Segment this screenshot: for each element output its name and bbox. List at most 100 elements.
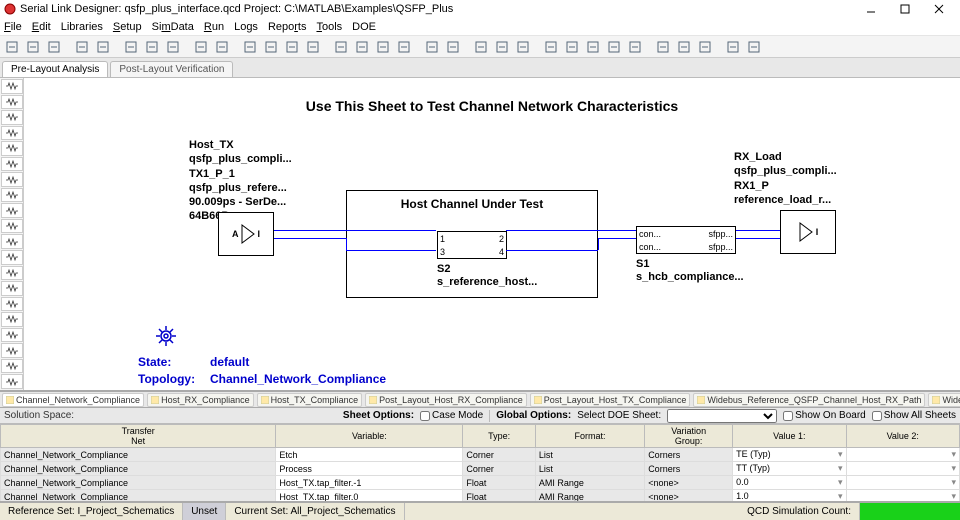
paste-button[interactable] bbox=[163, 38, 183, 56]
zoom-out-button[interactable] bbox=[261, 38, 281, 56]
menu-libraries[interactable]: Libraries bbox=[61, 21, 103, 33]
unset-button[interactable]: Unset bbox=[183, 503, 226, 520]
menu-logs[interactable]: Logs bbox=[234, 21, 258, 33]
rx-load-labels: RX_Load qsfp_plus_compli... RX1_P refere… bbox=[734, 150, 837, 207]
tab-pre-layout[interactable]: Pre-Layout Analysis bbox=[2, 61, 108, 77]
copy-button[interactable] bbox=[142, 38, 162, 56]
palette-tline[interactable] bbox=[1, 219, 23, 234]
redo-button[interactable] bbox=[93, 38, 113, 56]
window-title: Serial Link Designer: qsfp_plus_interfac… bbox=[20, 3, 453, 15]
tx-buffer-block[interactable]: A I bbox=[218, 212, 274, 256]
palette-port[interactable] bbox=[1, 172, 23, 187]
a-button[interactable] bbox=[541, 38, 561, 56]
cut-button[interactable] bbox=[121, 38, 141, 56]
menu-doe[interactable]: DOE bbox=[352, 21, 376, 33]
tool-palette bbox=[0, 78, 24, 390]
maximize-button[interactable] bbox=[888, 0, 922, 18]
palette-w2[interactable] bbox=[1, 266, 23, 281]
sheet-tab[interactable]: Host_TX_Compliance bbox=[257, 393, 363, 407]
palette-diode[interactable] bbox=[1, 141, 23, 156]
palette-params[interactable] bbox=[1, 312, 23, 327]
palette-line[interactable] bbox=[1, 328, 23, 343]
show-all-sheets-checkbox[interactable]: Show All Sheets bbox=[872, 410, 956, 421]
s1-label: S1 s_hcb_compliance... bbox=[636, 258, 744, 284]
open-button[interactable] bbox=[23, 38, 43, 56]
palette-source[interactable] bbox=[1, 126, 23, 141]
e-button[interactable] bbox=[625, 38, 645, 56]
new-button[interactable] bbox=[2, 38, 22, 56]
menu-file[interactable]: File bbox=[4, 21, 22, 33]
table-row[interactable]: Channel_Network_ComplianceProcessCornerL… bbox=[1, 462, 960, 476]
palette-ind[interactable] bbox=[1, 110, 23, 125]
case-mode-checkbox[interactable]: Case Mode bbox=[420, 410, 483, 421]
h1-button[interactable] bbox=[723, 38, 743, 56]
s2-inner-box[interactable]: 1 2 3 4 bbox=[437, 231, 507, 259]
palette-resistor[interactable] bbox=[1, 79, 23, 94]
close-button[interactable] bbox=[922, 0, 956, 18]
palette-eye[interactable] bbox=[1, 234, 23, 249]
palette-text[interactable] bbox=[1, 343, 23, 358]
palette-sparams[interactable] bbox=[1, 203, 23, 218]
d-button[interactable] bbox=[604, 38, 624, 56]
sheet-tab[interactable]: Host_RX_Compliance bbox=[147, 393, 254, 407]
sim-count-label: QCD Simulation Count: bbox=[739, 503, 860, 520]
palette-wave[interactable] bbox=[1, 281, 23, 296]
canvas-title: Use This Sheet to Test Channel Network C… bbox=[306, 98, 678, 114]
table-row[interactable]: Channel_Network_ComplianceEtchCornerList… bbox=[1, 448, 960, 462]
show-on-board-checkbox[interactable]: Show On Board bbox=[783, 410, 866, 421]
cfg-button[interactable] bbox=[422, 38, 442, 56]
menu-run[interactable]: Run bbox=[204, 21, 224, 33]
rx-buffer-block[interactable]: I bbox=[780, 210, 836, 254]
zoom-sel-button[interactable] bbox=[303, 38, 323, 56]
h2-button[interactable] bbox=[744, 38, 764, 56]
undo-button[interactable] bbox=[72, 38, 92, 56]
b-button[interactable] bbox=[562, 38, 582, 56]
palette-q[interactable] bbox=[1, 374, 23, 389]
pause-button[interactable] bbox=[492, 38, 512, 56]
doe-sheet-select[interactable] bbox=[667, 409, 777, 423]
sheet-tab[interactable]: Post_Layout_Host_RX_Compliance bbox=[365, 393, 527, 407]
table-row[interactable]: Channel_Network_ComplianceHost_TX.tap_fi… bbox=[1, 490, 960, 503]
menu-edit[interactable]: Edit bbox=[32, 21, 51, 33]
minimize-button[interactable] bbox=[854, 0, 888, 18]
c-button[interactable] bbox=[583, 38, 603, 56]
solution-space-table[interactable]: TransferNetVariable:Type:Format:Variatio… bbox=[0, 424, 960, 502]
z-button[interactable] bbox=[695, 38, 715, 56]
zoom-fit-button[interactable] bbox=[282, 38, 302, 56]
sheet-tab[interactable]: Widebus_Reference_QSFP_Channel_Host_TX_P… bbox=[928, 393, 960, 407]
grid-button[interactable] bbox=[331, 38, 351, 56]
palette-probe[interactable] bbox=[1, 297, 23, 312]
cfg2-button[interactable] bbox=[443, 38, 463, 56]
play-button[interactable] bbox=[471, 38, 491, 56]
menu-reports[interactable]: Reports bbox=[268, 21, 307, 33]
y-button[interactable] bbox=[674, 38, 694, 56]
snap-button[interactable] bbox=[352, 38, 372, 56]
layer-button[interactable] bbox=[373, 38, 393, 56]
sheet-tab[interactable]: Channel_Network_Compliance bbox=[2, 393, 144, 407]
palette-sep2[interactable] bbox=[1, 359, 23, 374]
palette-w1[interactable] bbox=[1, 250, 23, 265]
sheet-tab[interactable]: Post_Layout_Host_TX_Compliance bbox=[530, 393, 691, 407]
sheet-tabs: Channel_Network_ComplianceHost_RX_Compli… bbox=[0, 391, 960, 408]
rec-button[interactable] bbox=[513, 38, 533, 56]
host-channel-box[interactable]: Host Channel Under Test 1 2 3 4 S2 s_ref… bbox=[346, 190, 598, 298]
schematic-canvas[interactable]: Use This Sheet to Test Channel Network C… bbox=[24, 78, 960, 390]
menu-setup[interactable]: Setup bbox=[113, 21, 142, 33]
palette-cap[interactable] bbox=[1, 95, 23, 110]
run-button[interactable] bbox=[191, 38, 211, 56]
tab-post-layout[interactable]: Post-Layout Verification bbox=[110, 61, 233, 77]
menu-simdata[interactable]: SimData bbox=[152, 21, 194, 33]
statusbar: Reference Set: I_Project_Schematics Unse… bbox=[0, 502, 960, 520]
sheet-tab[interactable]: Widebus_Reference_QSFP_Channel_Host_RX_P… bbox=[693, 393, 925, 407]
table-row[interactable]: Channel_Network_ComplianceHost_TX.tap_fi… bbox=[1, 476, 960, 490]
zoom-in-button[interactable] bbox=[240, 38, 260, 56]
s1-connector-box[interactable]: con...sfpp... con...sfpp... bbox=[636, 226, 736, 254]
layer2-button[interactable] bbox=[394, 38, 414, 56]
palette-gnd[interactable] bbox=[1, 157, 23, 172]
menu-tools[interactable]: Tools bbox=[316, 21, 342, 33]
save-button[interactable] bbox=[44, 38, 64, 56]
stop-button[interactable] bbox=[212, 38, 232, 56]
palette-xline[interactable] bbox=[1, 188, 23, 203]
x-button[interactable] bbox=[653, 38, 673, 56]
app-icon bbox=[4, 3, 16, 15]
